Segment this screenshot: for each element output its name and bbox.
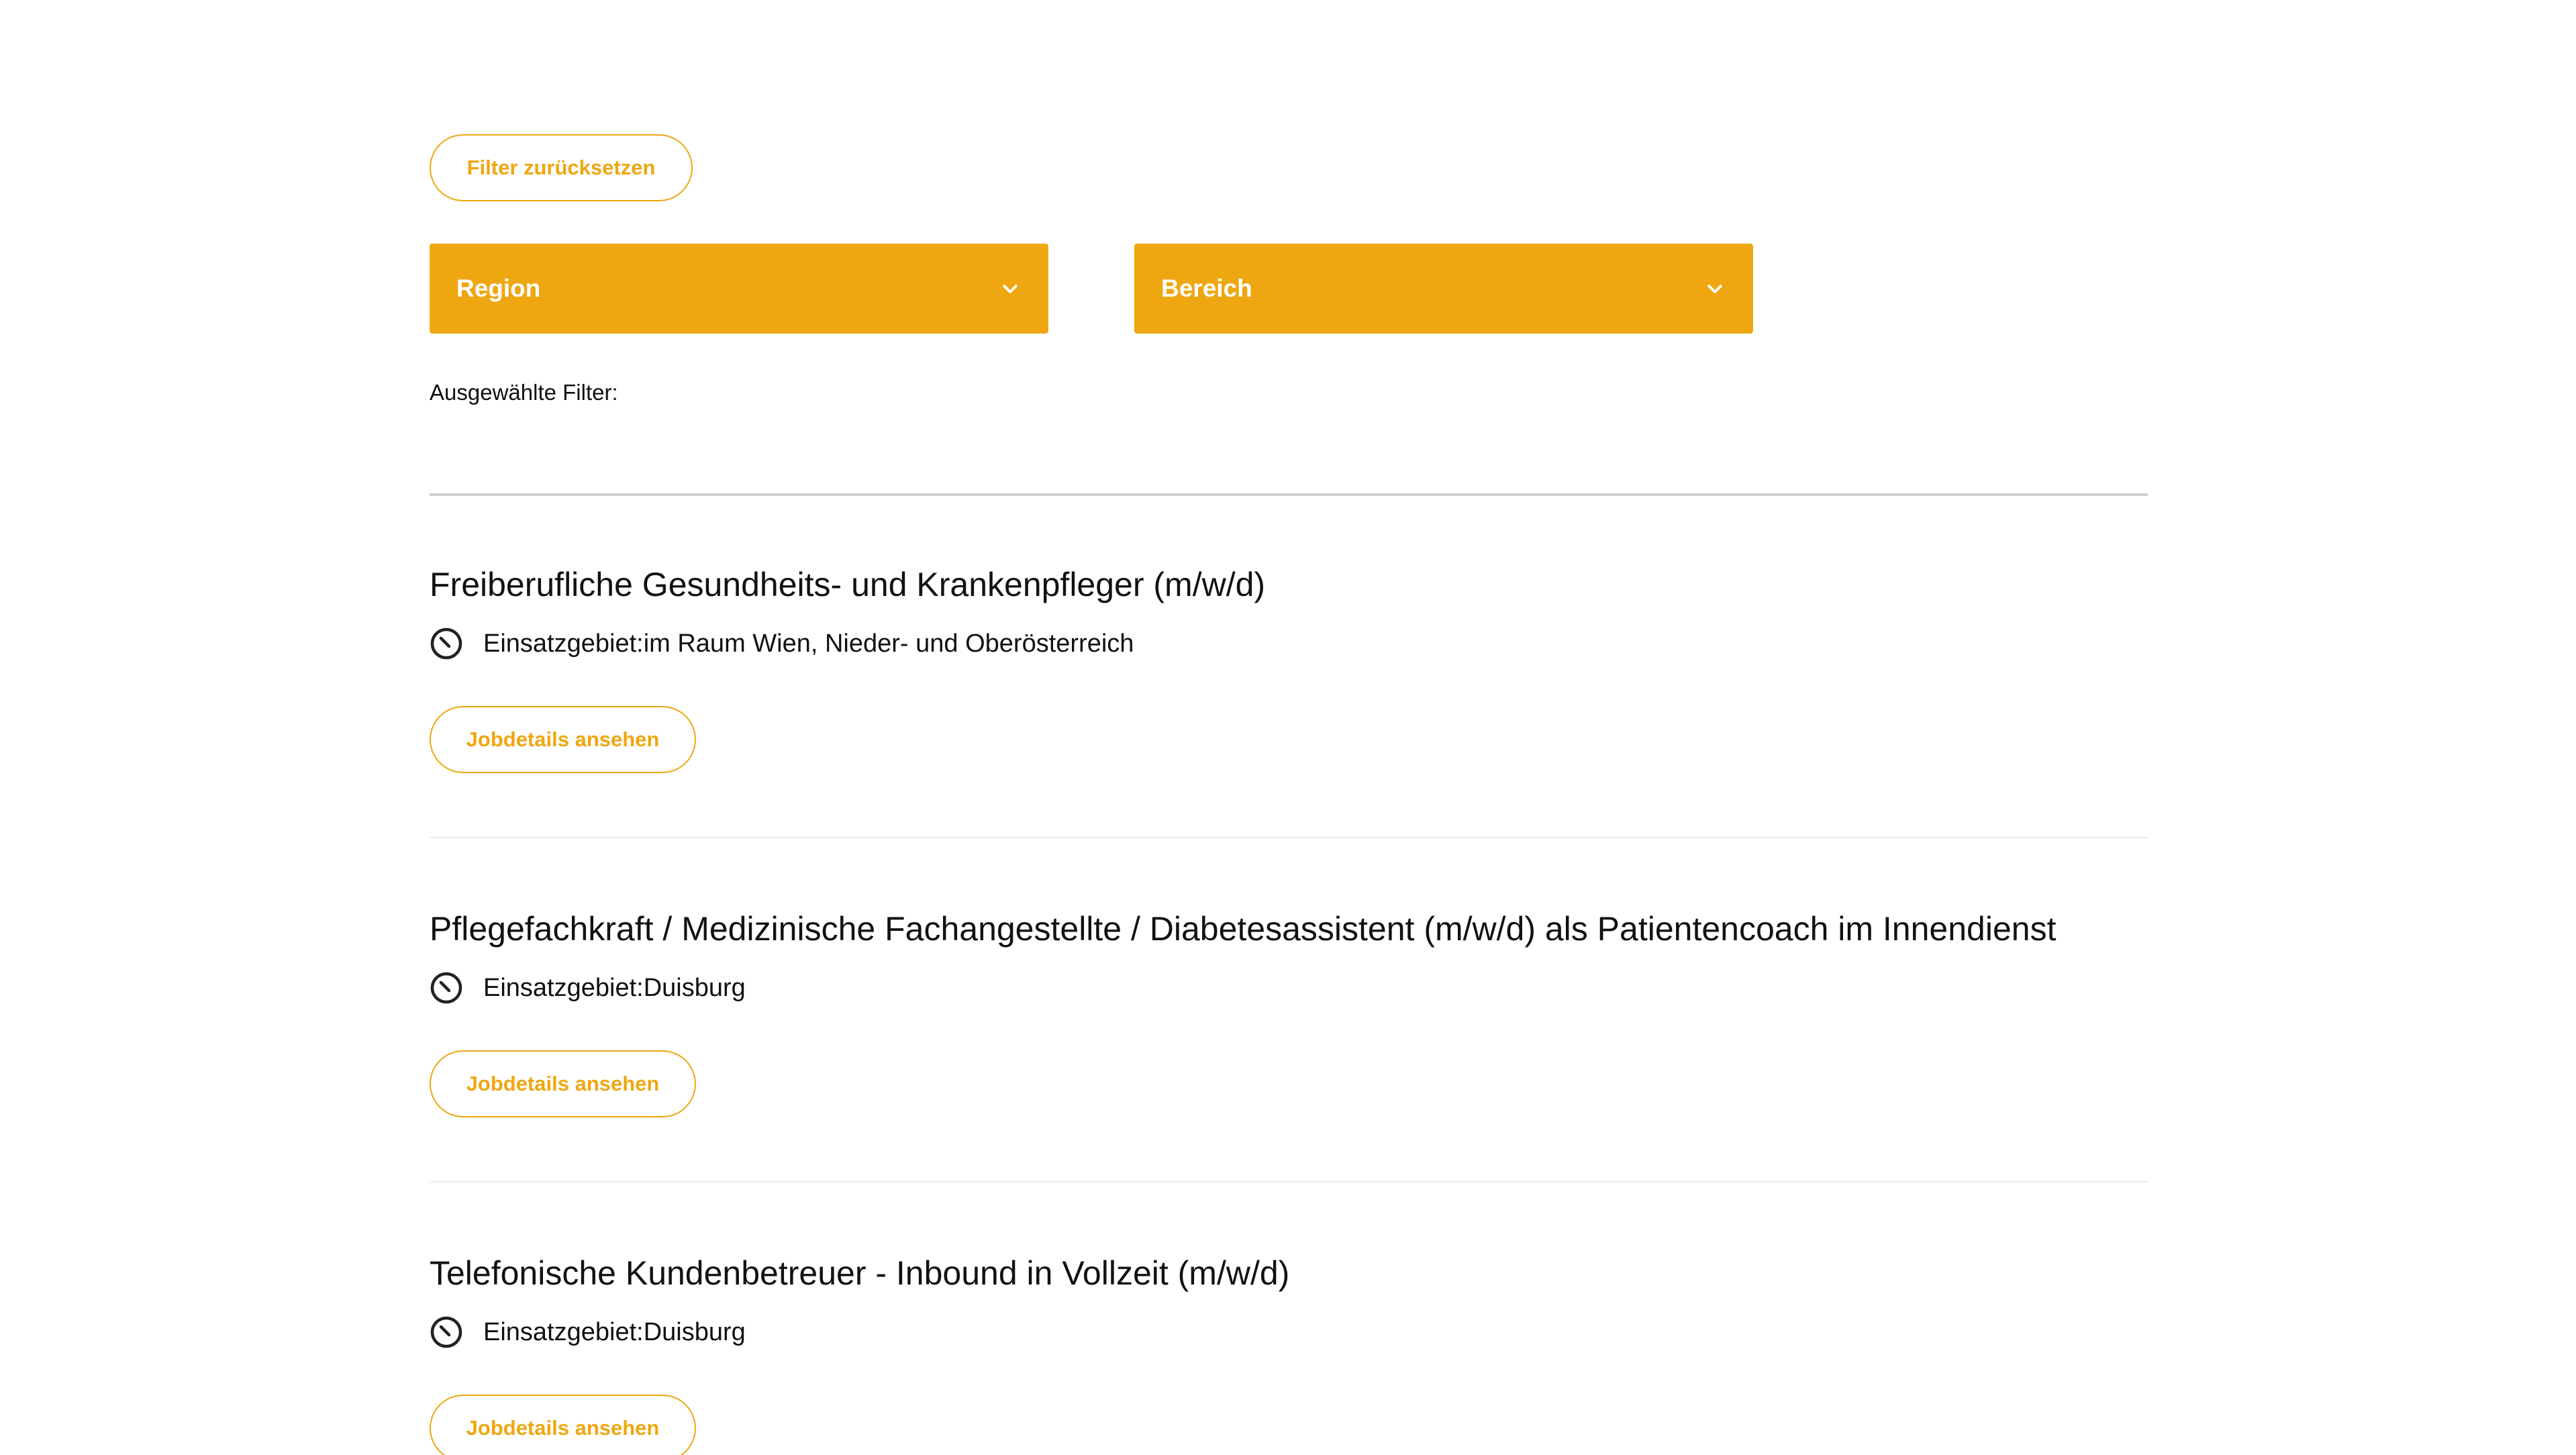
- job-title: Pflegefachkraft / Medizinische Fachanges…: [430, 910, 2057, 948]
- clock-icon: [430, 1315, 463, 1349]
- job-location-text: Einsatzgebiet:Duisburg: [483, 973, 746, 1002]
- bereich-dropdown-label: Bereich: [1161, 274, 1252, 302]
- job-title: Freiberufliche Gesundheits- und Krankenp…: [430, 566, 1266, 603]
- job-location: Einsatzgebiet:im Raum Wien, Nieder- und …: [430, 627, 1134, 660]
- job-title: Telefonische Kundenbetreuer - Inbound in…: [430, 1254, 1290, 1292]
- reset-filter-button[interactable]: Filter zurücksetzen: [430, 134, 693, 201]
- bereich-dropdown[interactable]: Bereich: [1134, 244, 1753, 334]
- divider: [430, 1181, 2148, 1183]
- divider: [430, 837, 2148, 838]
- job-listing-page: Filter zurücksetzen Region Bereich Ausge…: [0, 0, 2576, 1455]
- chevron-down-icon: [999, 277, 1022, 300]
- job-location-text: Einsatzgebiet:Duisburg: [483, 1317, 746, 1346]
- region-dropdown-label: Region: [456, 274, 541, 302]
- clock-icon: [430, 971, 463, 1005]
- job-location-text: Einsatzgebiet:im Raum Wien, Nieder- und …: [483, 629, 1134, 658]
- job-location: Einsatzgebiet:Duisburg: [430, 1315, 746, 1349]
- job-details-button[interactable]: Jobdetails ansehen: [430, 1395, 696, 1455]
- selected-filters-label: Ausgewählte Filter:: [430, 380, 618, 405]
- region-dropdown[interactable]: Region: [430, 244, 1048, 334]
- chevron-down-icon: [1703, 277, 1726, 300]
- job-details-button[interactable]: Jobdetails ansehen: [430, 706, 696, 773]
- divider: [430, 493, 2148, 496]
- job-location: Einsatzgebiet:Duisburg: [430, 971, 746, 1005]
- job-details-button[interactable]: Jobdetails ansehen: [430, 1050, 696, 1117]
- clock-icon: [430, 627, 463, 660]
